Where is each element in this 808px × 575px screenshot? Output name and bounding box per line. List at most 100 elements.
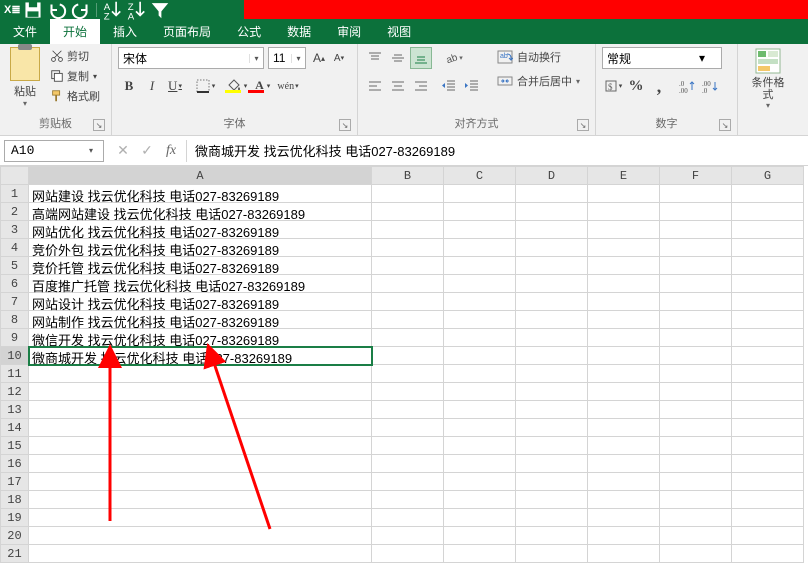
fill-color-button[interactable]: ▾ <box>224 75 246 97</box>
cell-D3[interactable] <box>516 221 588 239</box>
cell-G6[interactable] <box>732 275 804 293</box>
name-box-input[interactable] <box>5 143 83 158</box>
cell-F19[interactable] <box>660 509 732 527</box>
cell-B13[interactable] <box>372 401 444 419</box>
column-header-C[interactable]: C <box>444 167 516 185</box>
cell-F13[interactable] <box>660 401 732 419</box>
cell-F3[interactable] <box>660 221 732 239</box>
cell-A6[interactable]: 百度推广托管 找云优化科技 电话027-83269189 <box>29 275 372 293</box>
row-header-17[interactable]: 17 <box>1 473 29 491</box>
cell-D1[interactable] <box>516 185 588 203</box>
cell-G20[interactable] <box>732 527 804 545</box>
underline-button[interactable]: U▾ <box>164 75 186 97</box>
column-header-E[interactable]: E <box>588 167 660 185</box>
cell-C4[interactable] <box>444 239 516 257</box>
cell-B6[interactable] <box>372 275 444 293</box>
cell-F18[interactable] <box>660 491 732 509</box>
tab-file[interactable]: 文件 <box>0 19 50 44</box>
cell-C8[interactable] <box>444 311 516 329</box>
bold-button[interactable]: B <box>118 75 140 97</box>
number-format-dropdown[interactable]: ▾ <box>699 51 705 65</box>
cell-C9[interactable] <box>444 329 516 347</box>
column-header-B[interactable]: B <box>372 167 444 185</box>
name-box[interactable]: ▾ <box>4 140 104 162</box>
row-header-7[interactable]: 7 <box>1 293 29 311</box>
tab-data[interactable]: 数据 <box>274 19 324 44</box>
font-color-button[interactable]: A▾ <box>247 75 269 97</box>
row-header-18[interactable]: 18 <box>1 491 29 509</box>
cell-E9[interactable] <box>588 329 660 347</box>
cell-C1[interactable] <box>444 185 516 203</box>
cell-D4[interactable] <box>516 239 588 257</box>
cell-E16[interactable] <box>588 455 660 473</box>
cell-G21[interactable] <box>732 545 804 563</box>
cell-C12[interactable] <box>444 383 516 401</box>
redo-button[interactable] <box>70 2 92 18</box>
cell-C10[interactable] <box>444 347 516 365</box>
cell-G5[interactable] <box>732 257 804 275</box>
cell-G13[interactable] <box>732 401 804 419</box>
cell-D12[interactable] <box>516 383 588 401</box>
font-dialog-launcher[interactable]: ↘ <box>339 119 351 131</box>
cell-C7[interactable] <box>444 293 516 311</box>
cell-B8[interactable] <box>372 311 444 329</box>
cell-B11[interactable] <box>372 365 444 383</box>
row-header-4[interactable]: 4 <box>1 239 29 257</box>
number-format-input[interactable] <box>603 51 699 65</box>
cell-A18[interactable] <box>29 491 372 509</box>
cell-E13[interactable] <box>588 401 660 419</box>
cell-E11[interactable] <box>588 365 660 383</box>
wrap-text-button[interactable]: ab 自动换行 <box>495 47 582 67</box>
tab-view[interactable]: 视图 <box>374 19 424 44</box>
cell-D11[interactable] <box>516 365 588 383</box>
cell-A19[interactable] <box>29 509 372 527</box>
row-header-2[interactable]: 2 <box>1 203 29 221</box>
cell-G4[interactable] <box>732 239 804 257</box>
cell-A4[interactable]: 竞价外包 找云优化科技 电话027-83269189 <box>29 239 372 257</box>
save-button[interactable] <box>22 2 44 18</box>
cell-B7[interactable] <box>372 293 444 311</box>
cell-B20[interactable] <box>372 527 444 545</box>
font-size-input[interactable] <box>269 51 291 65</box>
worksheet-grid[interactable]: ABCDEFG 1网站建设 找云优化科技 电话027-832691892高端网站… <box>0 166 808 563</box>
cell-B5[interactable] <box>372 257 444 275</box>
cell-A9[interactable]: 微信开发 找云优化科技 电话027-83269189 <box>29 329 372 347</box>
cell-B2[interactable] <box>372 203 444 221</box>
cell-F6[interactable] <box>660 275 732 293</box>
copy-button[interactable]: 复制▾ <box>48 67 102 85</box>
enter-formula-button[interactable]: ✓ <box>136 141 158 161</box>
cell-G7[interactable] <box>732 293 804 311</box>
cell-D20[interactable] <box>516 527 588 545</box>
cell-G8[interactable] <box>732 311 804 329</box>
tab-formulas[interactable]: 公式 <box>224 19 274 44</box>
cell-D18[interactable] <box>516 491 588 509</box>
align-middle-button[interactable] <box>387 47 409 69</box>
cell-B19[interactable] <box>372 509 444 527</box>
cell-E20[interactable] <box>588 527 660 545</box>
alignment-dialog-launcher[interactable]: ↘ <box>577 119 589 131</box>
cell-C19[interactable] <box>444 509 516 527</box>
column-header-D[interactable]: D <box>516 167 588 185</box>
cell-F12[interactable] <box>660 383 732 401</box>
accounting-format-button[interactable]: $▾ <box>602 75 624 97</box>
cell-A20[interactable] <box>29 527 372 545</box>
cell-G3[interactable] <box>732 221 804 239</box>
cell-E17[interactable] <box>588 473 660 491</box>
row-header-20[interactable]: 20 <box>1 527 29 545</box>
cell-B16[interactable] <box>372 455 444 473</box>
column-header-A[interactable]: A <box>29 167 372 185</box>
row-header-8[interactable]: 8 <box>1 311 29 329</box>
cell-A14[interactable] <box>29 419 372 437</box>
cell-D9[interactable] <box>516 329 588 347</box>
decrease-indent-button[interactable] <box>438 75 460 97</box>
filter-button[interactable] <box>149 2 171 18</box>
cell-A2[interactable]: 高端网站建设 找云优化科技 电话027-83269189 <box>29 203 372 221</box>
cell-B12[interactable] <box>372 383 444 401</box>
align-left-button[interactable] <box>364 75 386 97</box>
font-size-dropdown[interactable]: ▾ <box>291 54 305 63</box>
cell-F10[interactable] <box>660 347 732 365</box>
tab-review[interactable]: 审阅 <box>324 19 374 44</box>
undo-button[interactable] <box>46 2 68 18</box>
cell-C15[interactable] <box>444 437 516 455</box>
paste-button[interactable]: 粘贴 ▾ <box>6 47 44 108</box>
